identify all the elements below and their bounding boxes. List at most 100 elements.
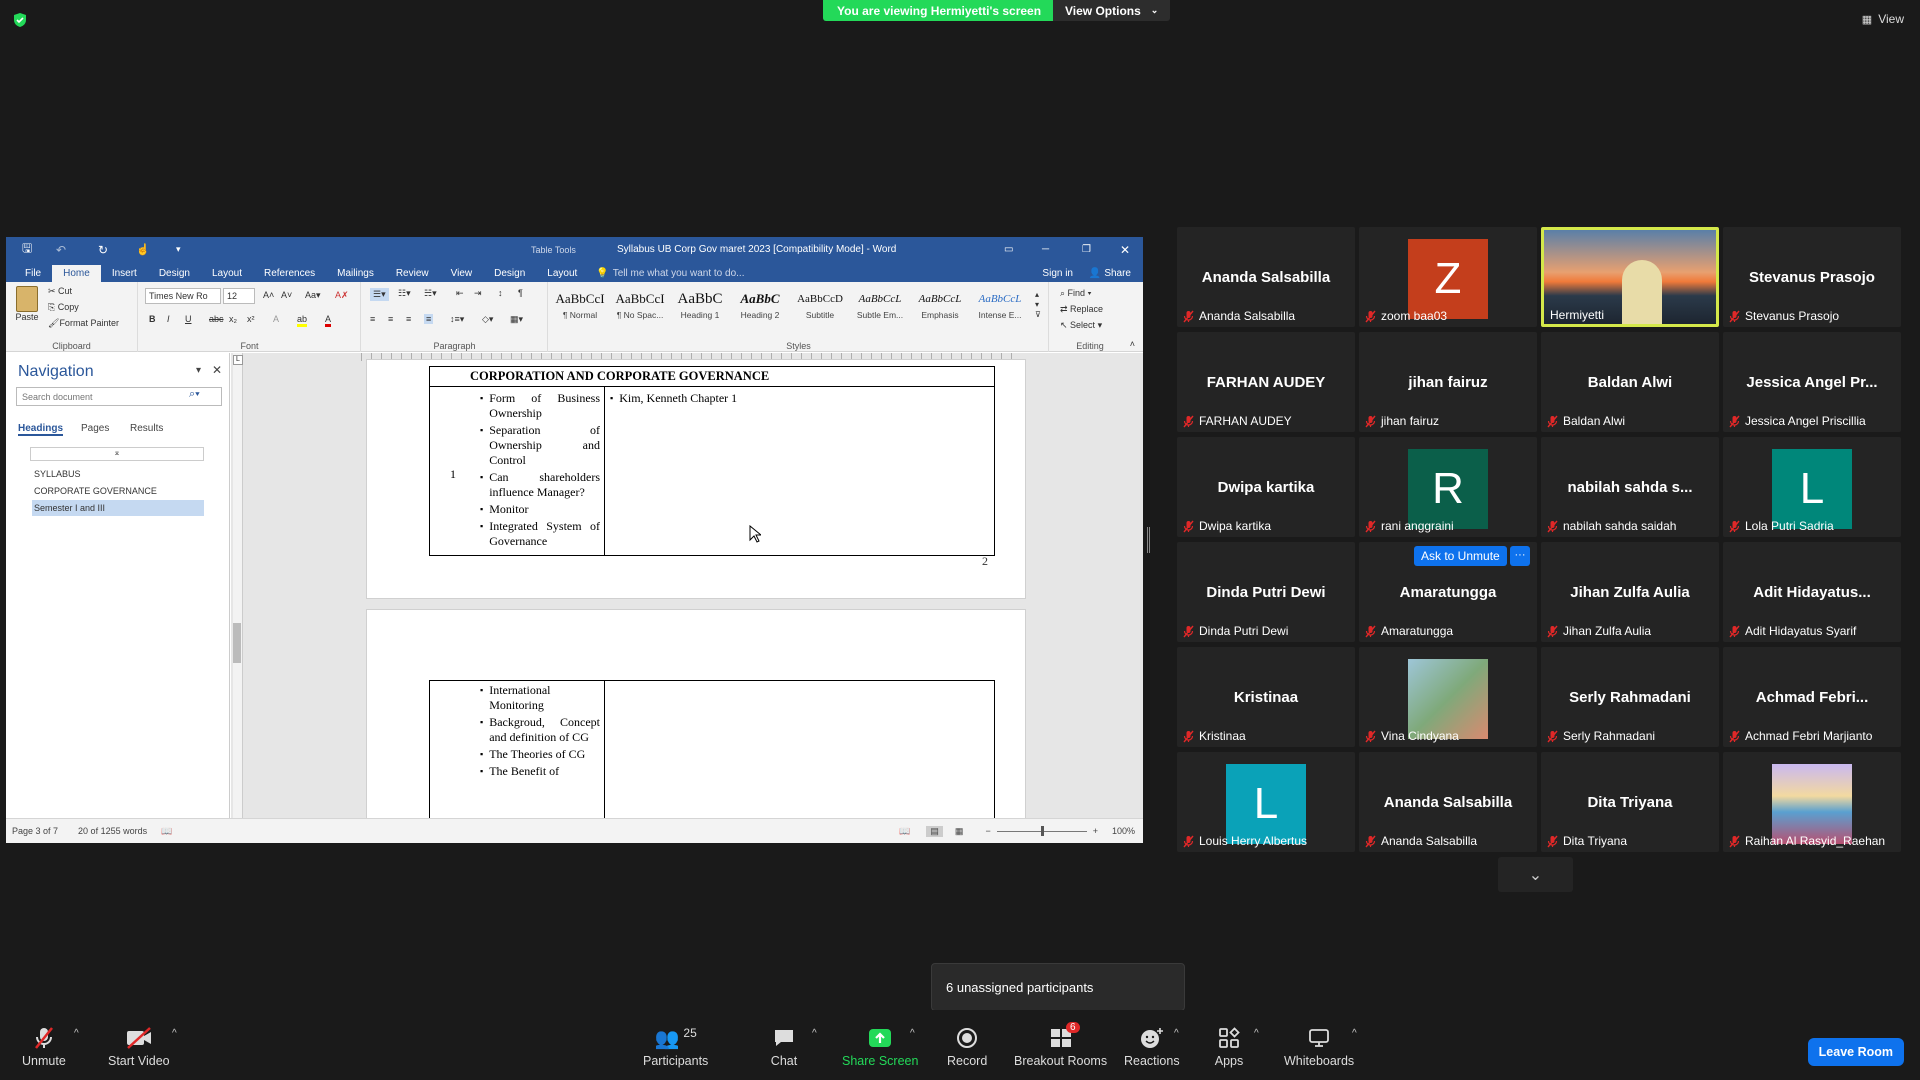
participant-tile[interactable]: Hermiyetti (1541, 227, 1719, 327)
reactions-button[interactable]: Reactions (1124, 1026, 1180, 1068)
tab-table-layout[interactable]: Layout (536, 265, 588, 282)
video-options-caret-icon[interactable]: ^ (172, 1028, 177, 1039)
participant-tile[interactable]: jihan fairuz jihan fairuz (1359, 332, 1537, 432)
tell-me-box[interactable]: 💡 Tell me what you want to do... (588, 265, 752, 282)
zoom-slider[interactable] (996, 825, 1087, 836)
participant-tile[interactable]: Raihan Al Rasyid_Raehan (1723, 752, 1901, 852)
style-subtle-emphasis[interactable]: AaBbCcL Subtle Em... (851, 288, 909, 328)
participant-tile[interactable]: Zzoom baa03 (1359, 227, 1537, 327)
text-effects-icon[interactable]: A (273, 314, 279, 324)
chat-button[interactable]: Chat (769, 1026, 799, 1068)
align-center-icon[interactable]: ≡ (388, 314, 393, 324)
record-button[interactable]: Record (947, 1026, 987, 1068)
find-button[interactable]: ⌕ Find ▾ (1060, 288, 1091, 299)
breakout-rooms-button[interactable]: 6 Breakout Rooms (1014, 1022, 1107, 1068)
tab-view[interactable]: View (440, 265, 484, 282)
heading-item-selected[interactable]: Semester I and III (32, 500, 204, 516)
tab-mailings[interactable]: Mailings (326, 265, 385, 282)
tab-references[interactable]: References (253, 265, 326, 282)
reactions-caret-icon[interactable]: ^ (1174, 1028, 1179, 1039)
tab-design[interactable]: Design (148, 265, 201, 282)
style-heading-1[interactable]: AaBbC Heading 1 (671, 288, 729, 328)
participant-tile[interactable]: L Lola Putri Sadria (1723, 437, 1901, 537)
heading-item[interactable]: CORPORATE GOVERNANCE (34, 486, 157, 496)
copy-button[interactable]: ⎘ Copy (48, 302, 79, 313)
participant-tile[interactable]: Ananda Salsabilla Ananda Salsabilla (1177, 227, 1355, 327)
audio-options-caret-icon[interactable]: ^ (74, 1028, 79, 1039)
italic-button[interactable]: I (167, 314, 170, 324)
participant-tile[interactable]: Serly Rahmadani Serly Rahmadani (1541, 647, 1719, 747)
minimize-icon[interactable]: ─ (1042, 244, 1049, 255)
style-intense-emphasis[interactable]: AaBbCcL Intense E... (971, 288, 1029, 328)
more-options-button[interactable]: ··· (1510, 546, 1530, 566)
participant-tile[interactable]: Baldan Alwi Baldan Alwi (1541, 332, 1719, 432)
customize-qat-icon[interactable]: ▾ (176, 244, 181, 255)
tab-layout[interactable]: Layout (201, 265, 253, 282)
grow-font-icon[interactable]: A˄ (263, 290, 274, 300)
next-page-button[interactable]: ⌄ (1498, 857, 1573, 892)
style-subtitle[interactable]: AaBbCcD Subtitle (791, 288, 849, 328)
participant-tile[interactable]: nabilah sahda s... nabilah sahda saidah (1541, 437, 1719, 537)
participant-tile[interactable]: L Louis Herry Albertus (1177, 752, 1355, 852)
zoom-in-icon[interactable]: + (1093, 826, 1098, 836)
participant-tile[interactable]: Rrani anggraini (1359, 437, 1537, 537)
shading-icon[interactable]: ◇▾ (482, 314, 493, 325)
unassigned-participants-tooltip[interactable]: 6 unassigned participants (931, 963, 1185, 1011)
participant-tile[interactable]: Dita Triyana Dita Triyana (1541, 752, 1719, 852)
web-layout-icon[interactable]: ▦ (955, 826, 964, 837)
close-icon[interactable]: ✕ (1120, 243, 1130, 257)
change-case-icon[interactable]: Aa▾ (305, 290, 321, 301)
page-count[interactable]: Page 3 of 7 (12, 826, 58, 836)
participant-tile[interactable]: Jessica Angel Pr... Jessica Angel Priscil… (1723, 332, 1901, 432)
participant-tile[interactable]: FARHAN AUDEY FARHAN AUDEY (1177, 332, 1355, 432)
save-icon[interactable]: 🖫 (22, 239, 32, 260)
bold-button[interactable]: B (149, 314, 156, 324)
participant-tile[interactable]: Kristinaa Kristinaa (1177, 647, 1355, 747)
redo-icon[interactable]: ↻ (98, 243, 108, 257)
start-video-button[interactable]: Start Video (108, 1026, 170, 1068)
zoom-slider-thumb[interactable] (1040, 825, 1044, 836)
pane-options-icon[interactable]: ▾ (196, 365, 201, 376)
unmute-button[interactable]: Unmute (22, 1026, 66, 1068)
sort-icon[interactable]: ↕ (498, 288, 503, 298)
zoom-level[interactable]: 100% (1112, 826, 1135, 836)
style-no-spacing[interactable]: AaBbCcI ¶ No Spac... (611, 288, 669, 328)
undo-icon[interactable]: ↶ (56, 243, 66, 257)
participant-tile[interactable]: Achmad Febri... Achmad Febri Marjianto (1723, 647, 1901, 747)
restore-icon[interactable]: ❐ (1082, 244, 1091, 255)
participants-button[interactable]: 👥 25 Participants (643, 1026, 708, 1068)
style-emphasis[interactable]: AaBbCcL Emphasis (911, 288, 969, 328)
replace-button[interactable]: ⇄ Replace (1060, 304, 1103, 315)
collapse-ribbon-icon[interactable]: ˄ (1130, 339, 1135, 349)
align-left-icon[interactable]: ≡ (370, 314, 375, 324)
word-count[interactable]: 20 of 1255 words (78, 826, 147, 836)
security-shield-icon[interactable] (12, 12, 28, 28)
line-spacing-icon[interactable]: ↕≡▾ (450, 314, 464, 325)
view-options-button[interactable]: View Options ⌄ (1053, 0, 1171, 21)
multilevel-icon[interactable]: ☵▾ (424, 288, 437, 299)
nav-tab-headings[interactable]: Headings (18, 423, 64, 436)
search-icon[interactable]: ⌕▾ (189, 388, 200, 401)
ribbon-display-icon[interactable]: ▭ (1004, 244, 1013, 255)
print-layout-icon[interactable]: ▤ (926, 825, 943, 837)
borders-icon[interactable]: ▦▾ (510, 314, 523, 325)
font-size-select[interactable]: 12 (223, 288, 255, 304)
style-heading-2[interactable]: AaBbC Heading 2 (731, 288, 789, 328)
highlight-icon[interactable]: ab (297, 314, 308, 327)
subscript-button[interactable]: x₂ (229, 314, 237, 324)
share-options-caret-icon[interactable]: ^ (910, 1028, 915, 1039)
tab-selector-icon[interactable]: L (233, 355, 243, 365)
participant-tile[interactable]: Stevanus Prasojo Stevanus Prasojo (1723, 227, 1901, 327)
select-button[interactable]: ↖ Select ▾ (1060, 320, 1102, 331)
nav-tab-pages[interactable]: Pages (81, 423, 109, 434)
apps-button[interactable]: Apps (1214, 1026, 1244, 1068)
justify-icon[interactable]: ≡ (424, 314, 434, 324)
participant-tile[interactable]: Adit Hidayatus... Adit Hidayatus Syarif (1723, 542, 1901, 642)
participant-tile[interactable]: Dwipa kartika Dwipa kartika (1177, 437, 1355, 537)
shrink-font-icon[interactable]: A˅ (281, 290, 292, 300)
superscript-button[interactable]: x² (247, 314, 255, 324)
whiteboards-button[interactable]: Whiteboards (1284, 1026, 1354, 1068)
font-color-icon[interactable]: A (325, 314, 332, 327)
styles-scroll-icon[interactable]: ▴ ▾ ⊽ (1035, 290, 1041, 320)
paste-button[interactable]: Paste (12, 286, 42, 322)
